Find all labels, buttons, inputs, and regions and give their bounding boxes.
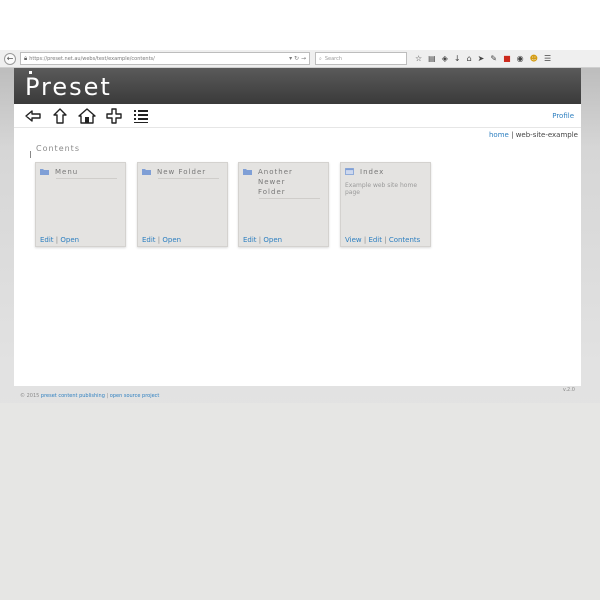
footer-link-preset[interactable]: preset content publishing — [41, 393, 105, 399]
card-title: Index — [360, 168, 385, 176]
contents-link[interactable]: Contents — [389, 236, 421, 244]
card-actions: View | Edit | Contents — [345, 236, 421, 244]
view-link[interactable]: View — [345, 236, 362, 244]
card-actions: Edit | Open — [142, 236, 182, 244]
home-icon[interactable] — [78, 108, 96, 124]
card-title: Another Newer Folder — [258, 168, 293, 196]
card-divider — [158, 178, 219, 179]
folder-icon — [40, 169, 49, 175]
card-new-folder[interactable]: New Folder Edit | Open — [137, 162, 228, 247]
search-input[interactable]: ⌕ Search — [315, 52, 407, 65]
site-header: Preset — [14, 68, 581, 104]
empty-area — [0, 403, 600, 600]
card-index[interactable]: Index Example web site home page View | … — [340, 162, 431, 247]
reading-list-icon[interactable]: ▤ — [428, 54, 436, 63]
breadcrumb: home | web-site-example — [489, 131, 578, 139]
back-arrow-icon[interactable] — [24, 108, 42, 124]
footer-separator: | — [106, 393, 109, 399]
search-icon: ⌕ — [319, 55, 322, 62]
menu-hamburger-icon[interactable]: ☰ — [544, 54, 551, 63]
list-icon[interactable] — [132, 108, 150, 124]
edit-link[interactable]: Edit — [142, 236, 156, 244]
card-menu[interactable]: Menu Edit | Open — [35, 162, 126, 247]
address-text: https://preset.net.au/webs/test/example/… — [29, 55, 155, 62]
breadcrumb-current: web-site-example — [515, 131, 578, 139]
footer-link-opensource[interactable]: open source project — [110, 393, 160, 399]
breadcrumb-separator: | — [511, 131, 514, 139]
card-actions: Edit | Open — [40, 236, 80, 244]
download-icon[interactable]: ↓ — [454, 54, 461, 63]
main-panel: home | web-site-example Contents Menu Ed… — [14, 128, 581, 386]
share-icon[interactable]: ✎ — [490, 54, 497, 63]
extension-red-icon[interactable]: ■ — [503, 54, 511, 63]
card-title: Menu — [55, 168, 79, 176]
bookmark-star-icon[interactable]: ☆ — [415, 54, 422, 63]
card-title: New Folder — [157, 168, 207, 176]
chat-icon[interactable]: ◉ — [517, 54, 524, 63]
send-icon[interactable]: ➤ — [478, 54, 485, 63]
card-another-newer-folder[interactable]: Another Newer Folder Edit | Open — [238, 162, 329, 247]
version-label: v.2.0 — [562, 387, 575, 393]
folder-icon — [142, 169, 151, 175]
address-bar[interactable]: 🔒︎ https://preset.net.au/webs/test/examp… — [20, 52, 310, 65]
open-link[interactable]: Open — [60, 236, 79, 244]
browser-home-icon[interactable]: ⌂ — [467, 54, 472, 63]
extension-face-icon[interactable]: ☻ — [530, 54, 538, 63]
reload-icon[interactable]: ▾ ↻ → — [289, 55, 306, 62]
page-icon — [345, 168, 354, 175]
browser-toolbar-icons: ☆ ▤ ◈ ↓ ⌂ ➤ ✎ ■ ◉ ☻ ☰ — [415, 54, 551, 63]
card-divider — [259, 198, 320, 199]
open-link[interactable]: Open — [162, 236, 181, 244]
page-title: Contents — [36, 144, 80, 153]
breadcrumb-home[interactable]: home — [489, 131, 509, 139]
edit-link[interactable]: Edit — [368, 236, 382, 244]
open-link[interactable]: Open — [263, 236, 282, 244]
nav-bar: Profile — [14, 104, 581, 128]
edit-link[interactable]: Edit — [243, 236, 257, 244]
profile-link[interactable]: Profile — [552, 112, 574, 120]
lock-icon: 🔒︎ — [24, 54, 28, 62]
footer-copyright: © 2015 — [20, 393, 40, 399]
add-icon[interactable] — [105, 108, 123, 124]
site-logo[interactable]: Preset — [25, 71, 112, 101]
up-arrow-icon[interactable] — [51, 108, 69, 124]
edit-link[interactable]: Edit — [40, 236, 54, 244]
footer: © 2015 preset content publishing | open … — [20, 393, 159, 399]
card-actions: Edit | Open — [243, 236, 283, 244]
pocket-icon[interactable]: ◈ — [442, 54, 448, 63]
browser-back-icon[interactable]: ← — [4, 52, 16, 65]
card-divider — [56, 178, 117, 179]
folder-icon — [243, 169, 252, 175]
search-placeholder: Search — [324, 55, 342, 62]
card-description: Example web site home page — [345, 182, 418, 196]
title-marker — [30, 151, 31, 158]
browser-toolbar: ← 🔒︎ https://preset.net.au/webs/test/exa… — [0, 50, 600, 68]
